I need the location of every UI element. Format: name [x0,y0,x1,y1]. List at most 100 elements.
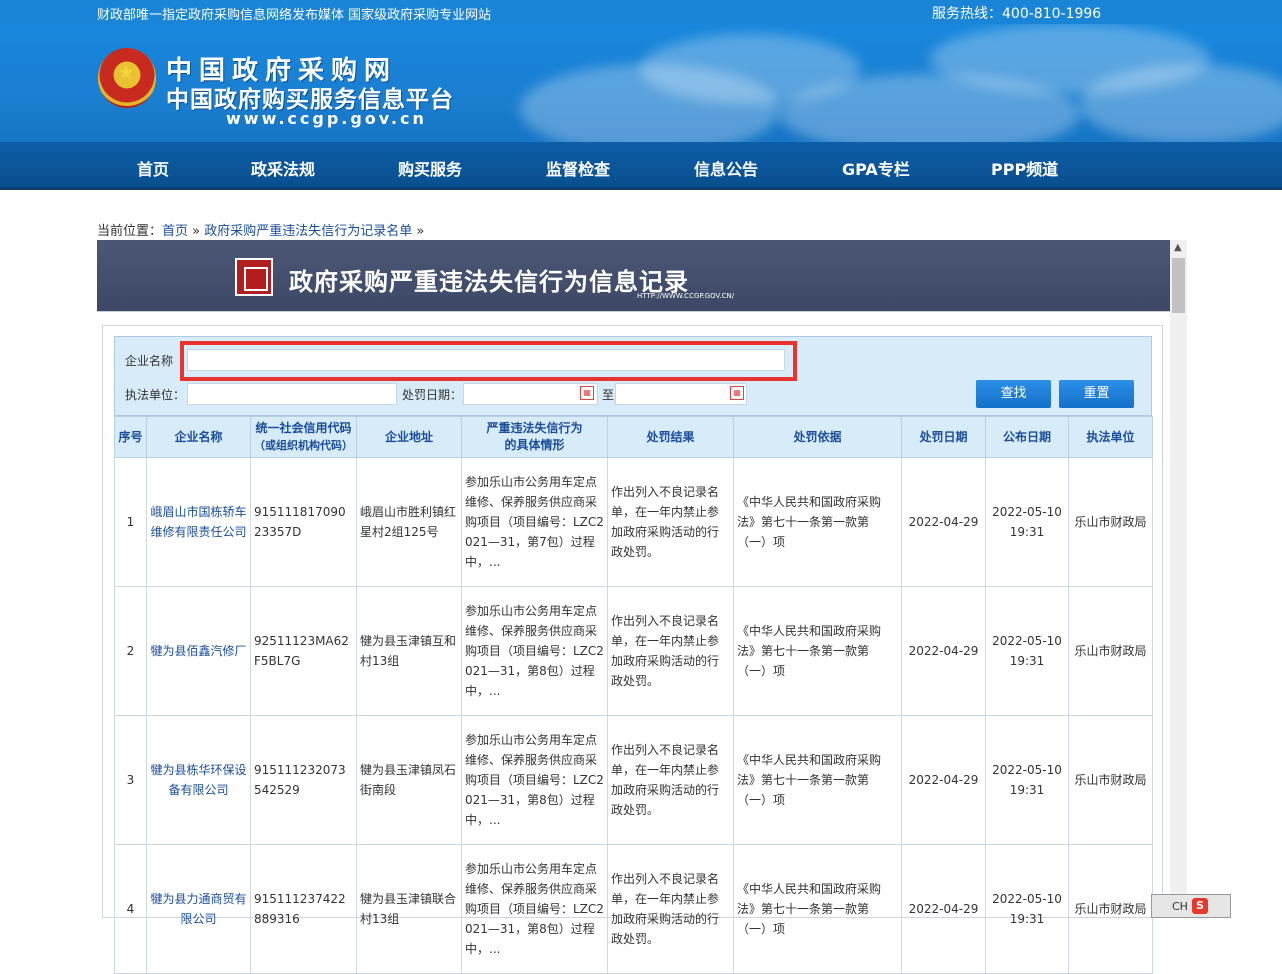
calendar-icon[interactable]: ▦ [580,386,594,400]
national-emblem-icon [98,48,156,108]
violation-detail: 参加乐山市公务用车定点维修、保养服务供应商采购项目（项目编号：LZC2021—3… [461,715,608,845]
col-header: 严重违法失信行为 的具体情形 [461,416,608,458]
col-header: 处罚依据 [733,416,902,458]
penalty-basis: 《中华人民共和国政府采购法》第七十一条第一款第（一）项 [733,844,902,974]
date-to-label: 至 [602,388,615,402]
section-title-banner: 政府采购严重违法失信行为信息记录 HTTP://WWW.CCGP.GOV.CN/ [97,240,1170,312]
publish-date: 2022-05-10 19:31 [985,715,1069,845]
nav-ppp[interactable]: PPP频道 [991,156,1058,180]
col-header-line: 严重违法失信行为 [486,421,583,435]
table-row: 2 犍为县佰鑫汽修厂 92511123MA62F5BL7G 犍为县玉津镇互和村1… [114,586,1153,716]
violation-detail: 参加乐山市公务用车定点维修、保养服务供应商采购项目（项目编号：LZC2021—3… [461,457,608,587]
company-address: 犍为县玉津镇联合村13组 [356,844,462,974]
logo-url: www.ccgp.gov.cn [226,109,427,128]
nav-home[interactable]: 首页 [137,156,169,180]
credit-code: 92511123MA62F5BL7G [250,586,357,716]
company-address: 犍为县玉津镇凤石街南段 [356,715,462,845]
table-row: 3 犍为县栋华环保设备有限公司 915111232073542529 犍为县玉津… [114,715,1153,845]
credit-code: 915111232073542529 [250,715,357,845]
search-button[interactable]: 查找 [976,380,1051,408]
enforcement-agency: 乐山市财政局 [1068,586,1153,716]
table-row: 1 峨眉山市国栋轿车维修有限责任公司 91511181709023357D 峨眉… [114,457,1153,587]
penalty-result: 作出列入不良记录名单，在一年内禁止参加政府采购活动的行政处罚。 [607,844,734,974]
nav-regulations[interactable]: 政采法规 [251,156,315,180]
breadcrumb-current[interactable]: 政府采购严重违法失信行为记录名单 [204,224,412,239]
date-to-input[interactable] [615,383,747,405]
publish-date: 2022-05-10 19:31 [985,457,1069,587]
row-number: 1 [114,457,147,587]
col-header: 序号 [114,416,147,458]
ime-toolbar[interactable]: CH S [1151,894,1231,918]
penalty-result: 作出列入不良记录名单，在一年内禁止参加政府采购活动的行政处罚。 [607,457,734,587]
site-banner: 中国政府采购网 中国政府购买服务信息平台 www.ccgp.gov.cn [0,24,1282,142]
site-tagline: 财政部唯一指定政府采购信息网络发布媒体 国家级政府采购专业网站 [97,8,492,23]
col-header: 企业名称 [146,416,251,458]
penalty-date-label: 处罚日期： [402,388,463,402]
nav-announcements[interactable]: 信息公告 [694,156,758,180]
violation-detail: 参加乐山市公务用车定点维修、保养服务供应商采购项目（项目编号：LZC2021—3… [461,844,608,974]
penalty-basis: 《中华人民共和国政府采购法》第七十一条第一款第（一）项 [733,715,902,845]
penalty-basis: 《中华人民共和国政府采购法》第七十一条第一款第（一）项 [733,457,902,587]
violation-detail: 参加乐山市公务用车定点维修、保养服务供应商采购项目（项目编号：LZC2021—3… [461,586,608,716]
col-header-line: 统一社会信用代码 [255,421,352,435]
nav-supervision[interactable]: 监督检查 [546,156,610,180]
breadcrumb-home[interactable]: 首页 [162,224,188,239]
penalty-date: 2022-04-29 [901,844,986,974]
penalty-date: 2022-04-29 [901,457,986,587]
scroll-up-icon[interactable]: ▲ [1174,242,1182,253]
nav-purchase-services[interactable]: 购买服务 [398,156,462,180]
publish-date: 2022-05-10 19:31 [985,844,1069,974]
sogou-ime-icon[interactable]: S [1192,898,1208,914]
section-title-url: HTTP://WWW.CCGP.GOV.CN/ [637,292,735,300]
top-info-bar: 财政部唯一指定政府采购信息网络发布媒体 国家级政府采购专业网站 服务热线：400… [0,0,1282,24]
date-from-input[interactable] [463,383,598,405]
credit-code: 915111237422889316 [250,844,357,974]
main-nav: 首页 政采法规 购买服务 监督检查 信息公告 GPA专栏 PPP频道 [0,142,1282,190]
service-hotline: 服务热线：400-810-1996 [932,6,1102,22]
enforcement-agency: 乐山市财政局 [1068,715,1153,845]
company-name-link[interactable]: 犍为县佰鑫汽修厂 [146,586,251,716]
company-name-label: 企业名称 [125,354,174,368]
penalty-result: 作出列入不良记录名单，在一年内禁止参加政府采购活动的行政处罚。 [607,715,734,845]
row-number: 4 [114,844,147,974]
scroll-thumb[interactable] [1172,258,1185,313]
breadcrumb-tail: » [412,224,425,239]
credit-code: 91511181709023357D [250,457,357,587]
agency-input[interactable] [187,383,397,405]
row-number: 2 [114,586,147,716]
table-header-row: 序号 企业名称 统一社会信用代码 （或组织机构代码） 企业地址 严重违法失信行为的… [114,416,1153,458]
calendar-icon[interactable]: ▦ [730,386,744,400]
col-header: 公布日期 [985,416,1069,458]
col-header-line: 的具体情形 [504,438,565,452]
ime-language[interactable]: CH [1172,900,1188,913]
company-address: 犍为县玉津镇互和村13组 [356,586,462,716]
enforcement-agency: 乐山市财政局 [1068,457,1153,587]
penalty-basis: 《中华人民共和国政府采购法》第七十一条第一款第（一）项 [733,586,902,716]
agency-label: 执法单位： [125,388,186,402]
col-header: 企业地址 [356,416,462,458]
seal-icon [235,258,273,296]
scrollbar[interactable]: ▲ [1170,240,1187,918]
breadcrumb-prefix: 当前位置： [97,224,163,239]
company-name-link[interactable]: 犍为县栋华环保设备有限公司 [146,715,251,845]
col-header: 执法单位 [1068,416,1153,458]
enforcement-agency: 乐山市财政局 [1068,844,1153,974]
company-name-link[interactable]: 犍为县力通商贸有限公司 [146,844,251,974]
results-table: 序号 企业名称 统一社会信用代码 （或组织机构代码） 企业地址 严重违法失信行为的… [114,416,1153,974]
penalty-result: 作出列入不良记录名单，在一年内禁止参加政府采购活动的行政处罚。 [607,586,734,716]
highlight-box [180,341,797,381]
col-header: 处罚结果 [607,416,734,458]
nav-gpa[interactable]: GPA专栏 [842,156,910,180]
publish-date: 2022-05-10 19:31 [985,586,1069,716]
penalty-date: 2022-04-29 [901,586,986,716]
company-name-link[interactable]: 峨眉山市国栋轿车维修有限责任公司 [146,457,251,587]
col-header-line: （或组织机构代码） [254,439,353,452]
penalty-date: 2022-04-29 [901,715,986,845]
col-header: 统一社会信用代码 （或组织机构代码） [250,416,357,458]
reset-button[interactable]: 重置 [1059,380,1134,408]
breadcrumb-sep: » [188,224,205,239]
col-header: 处罚日期 [901,416,986,458]
row-number: 3 [114,715,147,845]
company-address: 峨眉山市胜利镇红星村2组125号 [356,457,462,587]
table-row: 4 犍为县力通商贸有限公司 915111237422889316 犍为县玉津镇联… [114,844,1153,974]
